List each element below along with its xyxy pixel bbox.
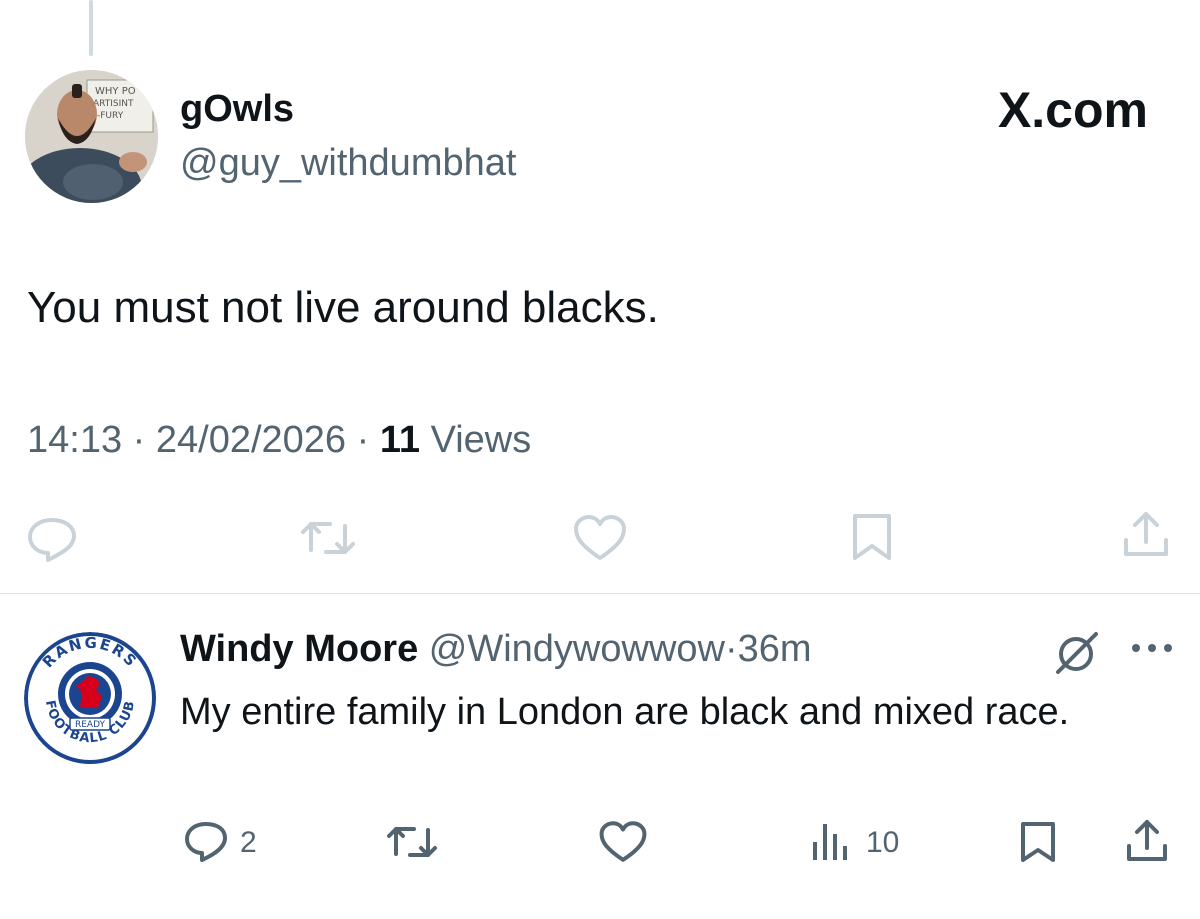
more-icon[interactable] [1130, 640, 1174, 656]
author-name[interactable]: gOwls [180, 86, 294, 132]
avatar-image: WHY PO ARTISINT -FURY [25, 70, 158, 203]
tweet-meta: 14:13 · 24/02/2026 · 11 Views [27, 417, 531, 463]
mute-icon[interactable] [1052, 628, 1102, 676]
divider [0, 593, 1200, 594]
author-handle[interactable]: @guy_withdumbhat [180, 140, 516, 186]
tweet-time[interactable]: 14:13 [27, 419, 122, 461]
views-count: 11 [379, 419, 421, 461]
reply-icon[interactable] [182, 820, 230, 864]
bookmark-icon[interactable] [850, 512, 894, 562]
like-icon[interactable] [572, 514, 628, 562]
reply-author-name[interactable]: Windy Moore [180, 628, 418, 670]
rangers-crest-image: RANGERS FOOTBALL CLUB READY [24, 632, 156, 764]
reply-author-handle[interactable]: @Windywowwow [429, 628, 725, 670]
share-icon[interactable] [1120, 510, 1172, 560]
retweet-icon[interactable] [298, 514, 358, 562]
crest-ready-text: READY [75, 720, 106, 730]
share-icon[interactable] [1124, 818, 1170, 864]
views-count: 10 [866, 826, 900, 859]
reply-text: My entire family in London are black and… [180, 691, 1070, 733]
views-icon[interactable] [810, 820, 850, 862]
brand-watermark: X.com [997, 82, 1148, 138]
reply-icon[interactable] [24, 514, 80, 564]
tweet-date[interactable]: 24/02/2026 [156, 419, 346, 461]
thread-line [89, 0, 93, 56]
avatar-sign-line-3: -FURY [97, 111, 124, 121]
reply-avatar[interactable]: RANGERS FOOTBALL CLUB READY [24, 632, 157, 765]
avatar[interactable]: WHY PO ARTISINT -FURY [25, 70, 158, 203]
meta-separator: · [122, 419, 156, 461]
bookmark-icon[interactable] [1018, 820, 1058, 864]
avatar-sign-line-1: WHY PO [95, 86, 136, 97]
meta-separator: · [346, 419, 380, 461]
avatar-sign-line-2: ARTISINT [93, 99, 134, 109]
reply-count: 2 [240, 826, 257, 859]
reply-separator: · [724, 628, 738, 670]
tweet-text: You must not live around blacks. [27, 283, 659, 332]
retweet-icon[interactable] [384, 820, 440, 864]
reply-time[interactable]: 36m [738, 628, 812, 670]
reply-header: Windy Moore @Windywowwow·36m [180, 626, 812, 672]
like-icon[interactable] [598, 820, 648, 864]
views-label: Views [420, 419, 532, 461]
